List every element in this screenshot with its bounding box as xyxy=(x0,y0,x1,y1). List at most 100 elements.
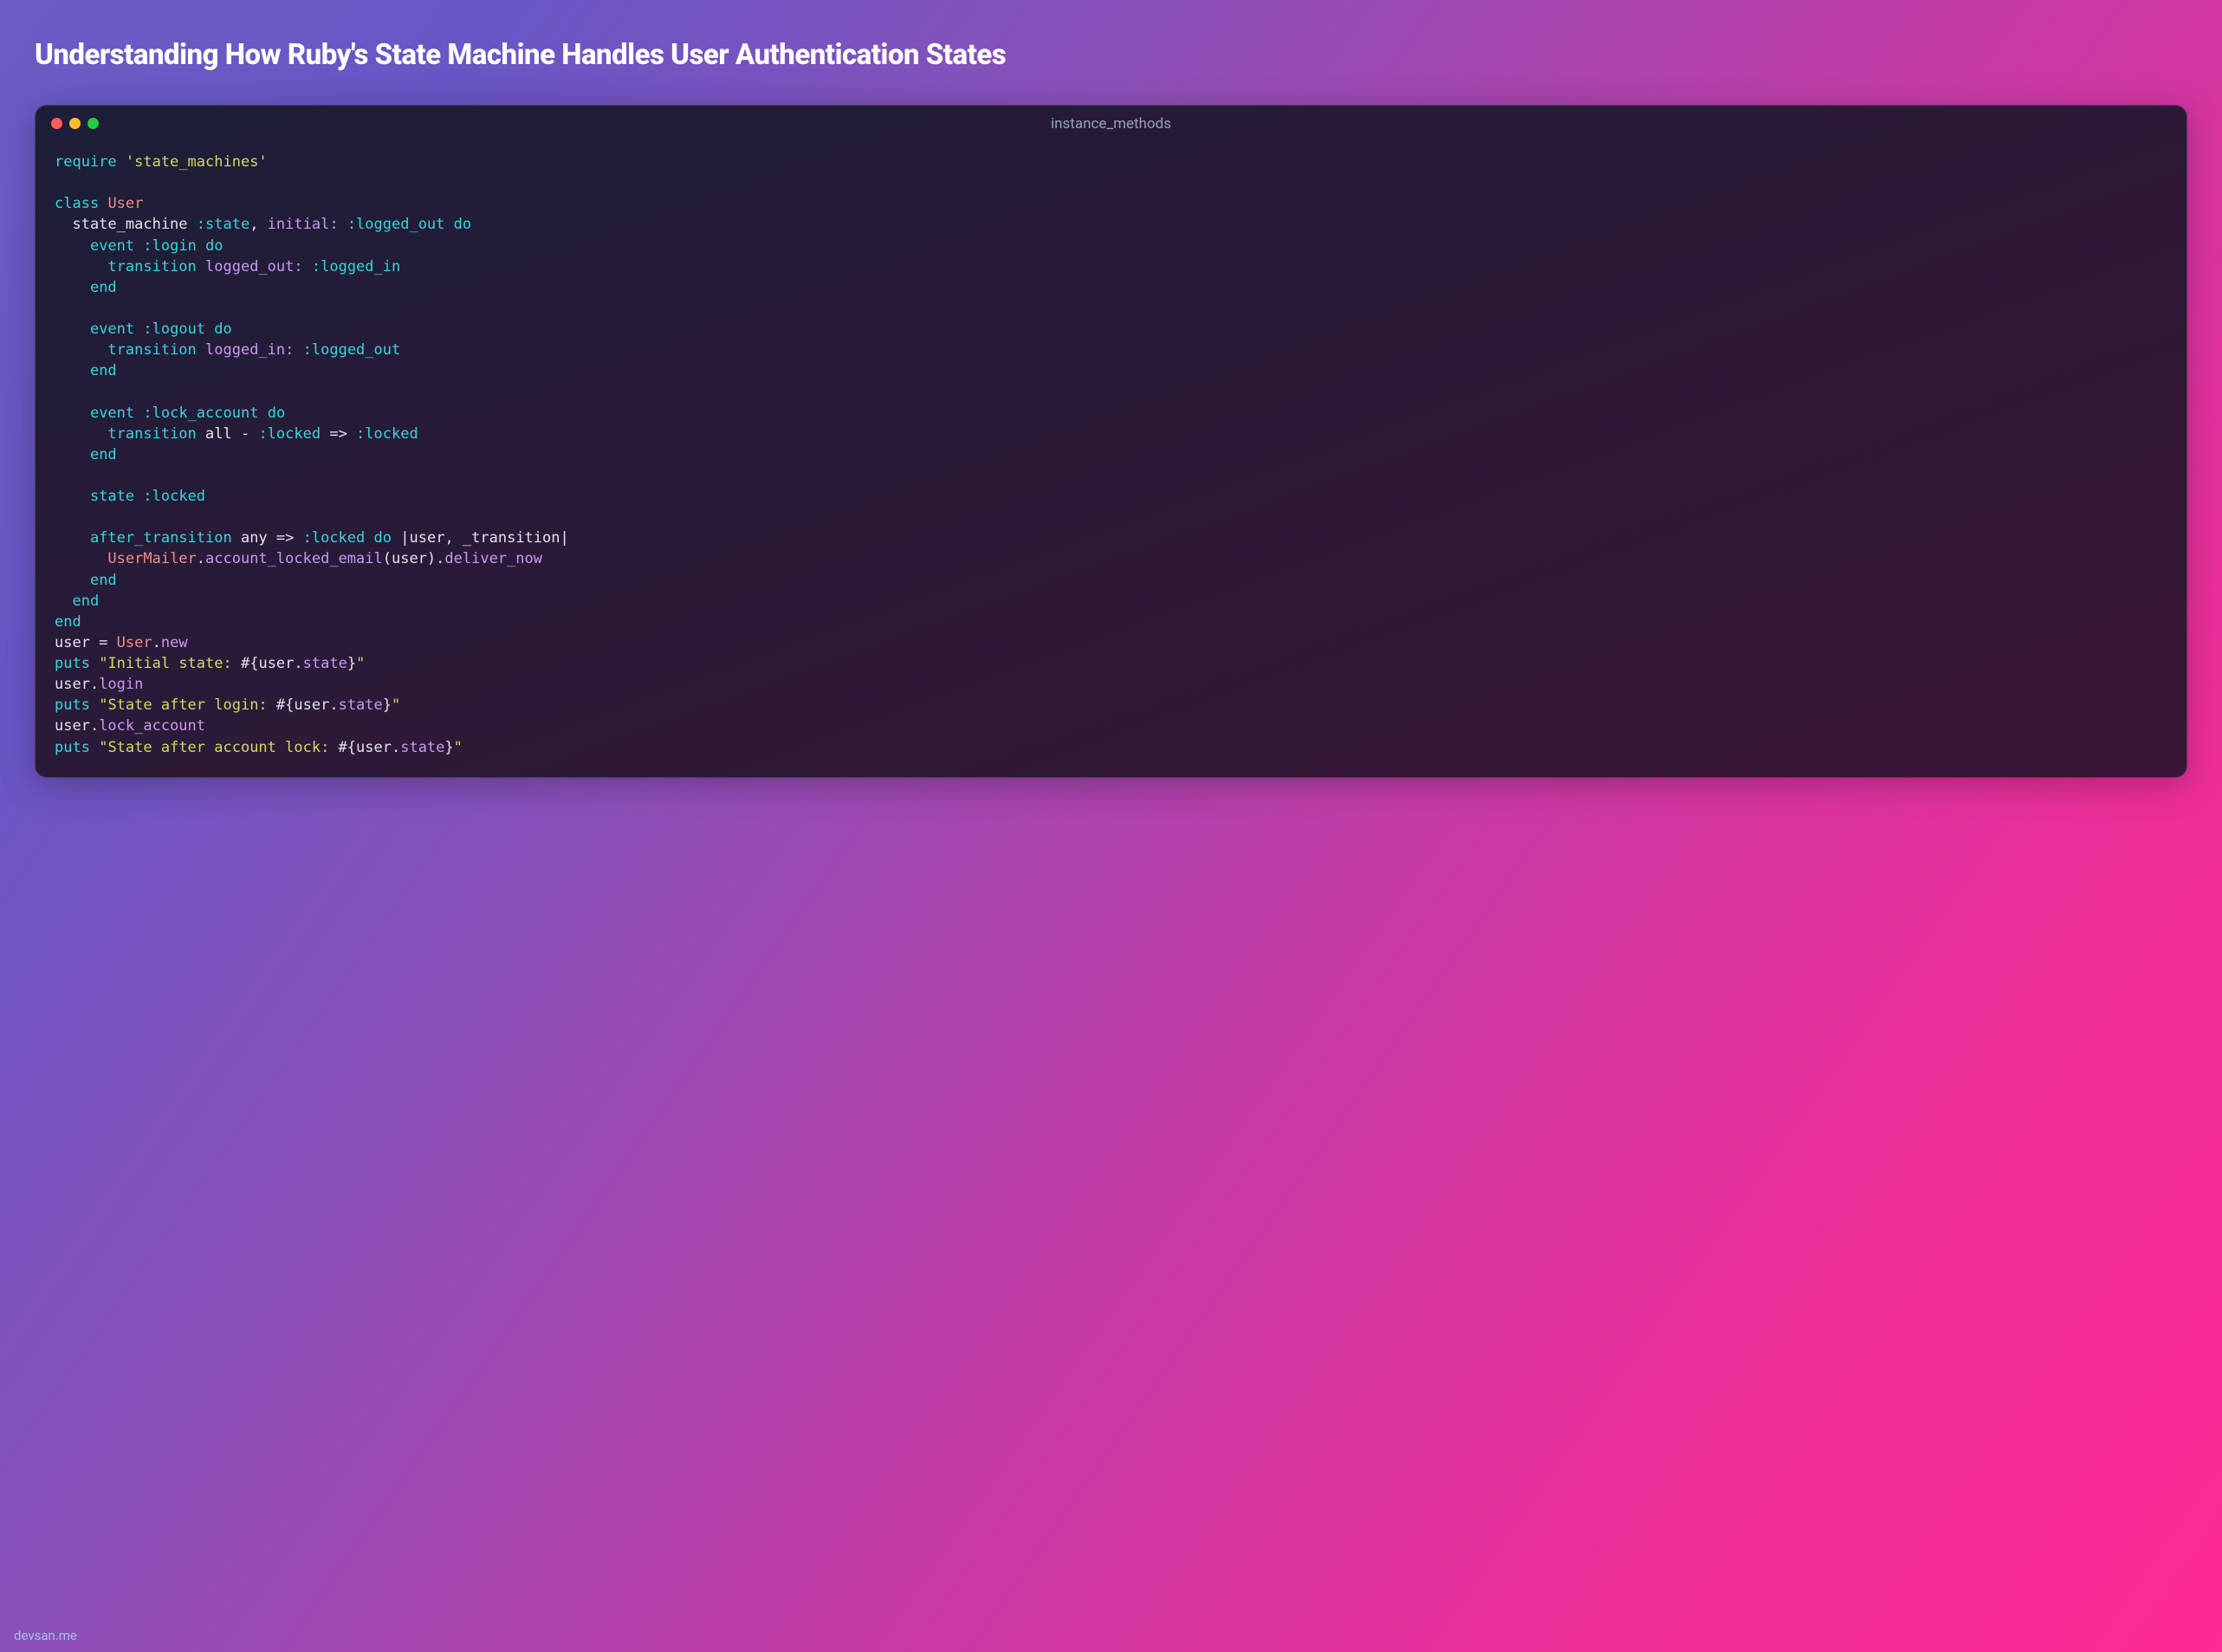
code-token xyxy=(55,446,90,463)
code-token xyxy=(197,258,205,275)
code-token: do xyxy=(374,529,392,547)
code-token: end xyxy=(90,362,117,379)
code-line: UserMailer.account_locked_email(user).de… xyxy=(55,548,2167,569)
code-token: :logged_out xyxy=(347,216,445,233)
code-line xyxy=(55,381,2167,402)
code-token: account_locked_email xyxy=(205,550,383,567)
code-line: event :lock_account do xyxy=(55,403,2167,424)
code-token xyxy=(55,279,90,296)
close-icon[interactable] xyxy=(51,118,62,129)
code-line: require 'state_machines' xyxy=(55,152,2167,172)
code-line: puts "Initial state: #{user.state}" xyxy=(55,653,2167,674)
code-token: state_machine xyxy=(55,216,197,233)
code-token xyxy=(444,216,453,233)
code-token xyxy=(197,237,205,255)
code-line xyxy=(55,298,2167,319)
code-token xyxy=(55,425,107,443)
code-token xyxy=(117,153,126,171)
code-token: state xyxy=(90,488,134,505)
code-token xyxy=(134,405,143,422)
code-token: :login xyxy=(143,237,196,255)
code-token: (user). xyxy=(383,550,445,567)
code-line: end xyxy=(55,360,2167,381)
code-token: | xyxy=(560,529,569,547)
code-token: } xyxy=(347,655,356,672)
code-token: transition xyxy=(107,425,196,443)
code-line: user = User.new xyxy=(55,632,2167,653)
code-token: require xyxy=(55,153,117,171)
code-token xyxy=(134,488,143,505)
page-title: Understanding How Ruby's State Machine H… xyxy=(35,38,2187,72)
code-token: event xyxy=(90,237,134,255)
code-token: UserMailer xyxy=(107,550,196,567)
code-line xyxy=(55,465,2167,486)
code-line: user.lock_account xyxy=(55,716,2167,736)
code-line: user.login xyxy=(55,674,2167,695)
code-token xyxy=(55,593,72,610)
code-token xyxy=(197,341,205,359)
code-token: #{ xyxy=(241,655,258,672)
code-token: lock_account xyxy=(99,717,205,735)
code-token xyxy=(55,321,90,338)
code-token xyxy=(55,488,90,505)
code-line: end xyxy=(55,570,2167,591)
window-titlebar: instance_methods xyxy=(36,106,2186,138)
minimize-icon[interactable] xyxy=(69,118,81,129)
code-token: "State after login: xyxy=(99,696,276,714)
code-token xyxy=(294,341,302,359)
code-line: event :logout do xyxy=(55,319,2167,340)
zoom-icon[interactable] xyxy=(87,118,99,129)
code-line xyxy=(55,172,2167,193)
code-token: puts xyxy=(55,739,90,756)
code-token xyxy=(339,216,347,233)
code-token xyxy=(55,550,107,567)
code-token: logged_in: xyxy=(205,341,294,359)
code-token: login xyxy=(99,676,143,693)
code-line: puts "State after login: #{user.state}" xyxy=(55,695,2167,716)
code-token: } xyxy=(444,739,453,756)
code-token xyxy=(55,362,90,379)
code-token: :locked xyxy=(143,488,205,505)
code-token: state xyxy=(303,655,347,672)
code-token xyxy=(55,529,90,547)
watermark: devsan.me xyxy=(14,1628,77,1643)
code-token xyxy=(205,321,214,338)
code-token: user, _transition xyxy=(410,529,560,547)
code-token: deliver_now xyxy=(444,550,542,567)
code-token xyxy=(90,696,99,714)
code-token: do xyxy=(454,216,471,233)
code-token: end xyxy=(90,279,117,296)
code-token: puts xyxy=(55,696,90,714)
code-token: } xyxy=(383,696,392,714)
code-line: state :locked xyxy=(55,486,2167,507)
code-token xyxy=(99,195,107,212)
code-token: => xyxy=(321,425,356,443)
code-token: " xyxy=(392,696,400,714)
code-token: " xyxy=(356,655,365,672)
code-line: after_transition any => :locked do |user… xyxy=(55,528,2167,548)
code-token: class xyxy=(55,195,99,212)
code-body[interactable]: require 'state_machines' class User stat… xyxy=(36,138,2186,777)
code-token: do xyxy=(205,237,223,255)
code-line: state_machine :state, initial: :logged_o… xyxy=(55,214,2167,235)
traffic-lights xyxy=(51,118,99,129)
code-token: state xyxy=(400,739,444,756)
code-token: :logged_in xyxy=(312,258,400,275)
code-token: :locked xyxy=(303,529,366,547)
code-token: after_transition xyxy=(90,529,232,547)
code-token: user. xyxy=(55,676,99,693)
code-token: | xyxy=(400,529,409,547)
code-token: do xyxy=(214,321,231,338)
code-line: end xyxy=(55,612,2167,632)
code-token xyxy=(90,739,99,756)
code-token: , xyxy=(249,216,267,233)
code-token: end xyxy=(90,446,117,463)
code-token xyxy=(134,237,143,255)
code-token: #{ xyxy=(339,739,356,756)
code-line: end xyxy=(55,277,2167,298)
code-token: #{ xyxy=(276,696,294,714)
code-token: 'state_machines' xyxy=(126,153,268,171)
code-token: logged_out: xyxy=(205,258,303,275)
code-token: :locked xyxy=(356,425,418,443)
code-token: User xyxy=(117,634,152,651)
